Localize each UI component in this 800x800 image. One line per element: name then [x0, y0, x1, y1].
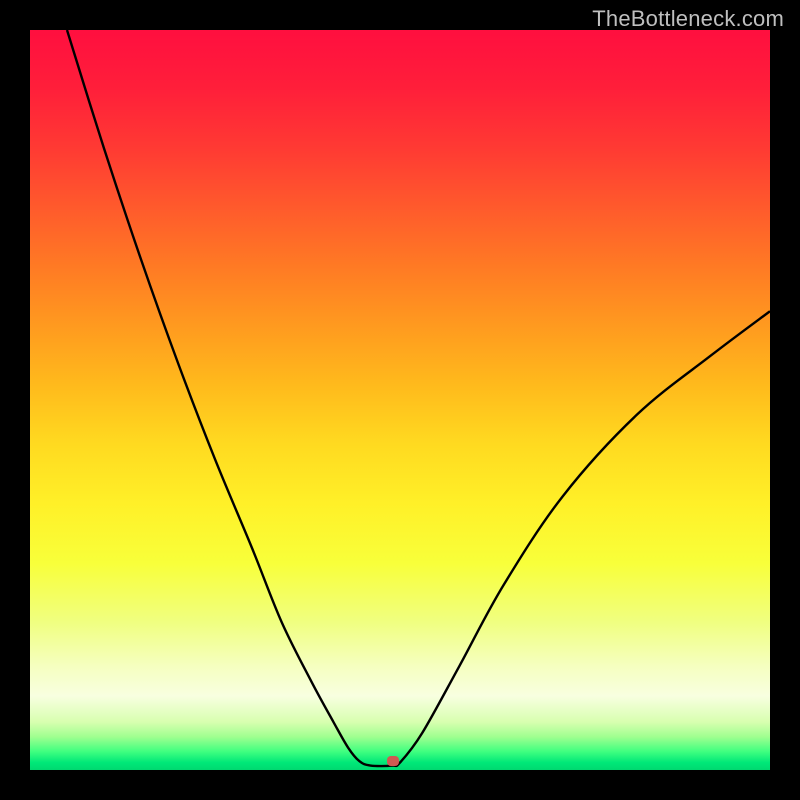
watermark-text: TheBottleneck.com	[592, 6, 784, 32]
chart-frame: TheBottleneck.com	[0, 0, 800, 800]
bottleneck-curve	[67, 30, 770, 766]
plot-area	[30, 30, 770, 770]
curve-layer	[30, 30, 770, 770]
optimum-marker	[387, 756, 399, 766]
